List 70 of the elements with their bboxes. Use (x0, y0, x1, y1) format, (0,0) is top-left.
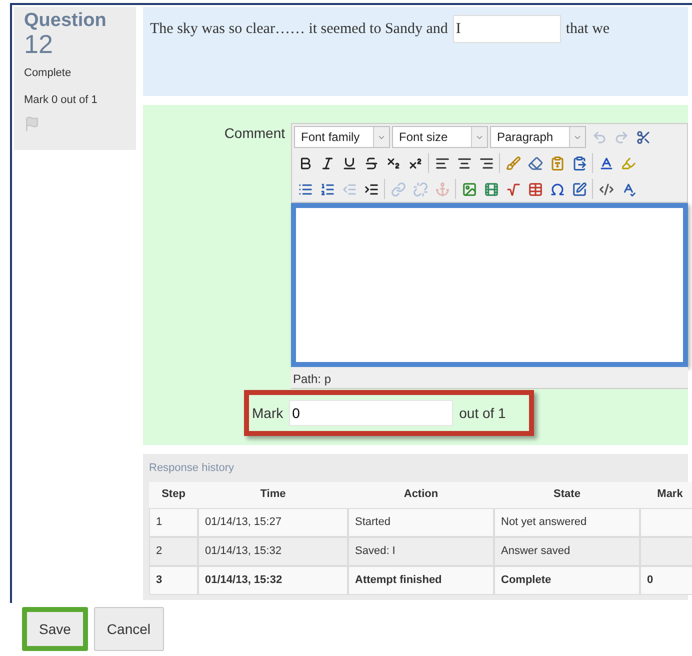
history-title: Response history (149, 461, 235, 476)
question-text: that we (566, 20, 610, 39)
table-cell: 01/14/13, 15:27 (198, 508, 348, 536)
underline-icon (342, 156, 356, 170)
table-cell (640, 508, 692, 536)
column-header: Step (149, 482, 198, 508)
bullet-list-icon (298, 182, 312, 196)
unlink-icon (412, 182, 428, 196)
path-text: Path: p (293, 371, 332, 388)
select-field[interactable]: Font family (294, 126, 390, 148)
mark-text: Mark 0 out of 1 (24, 92, 98, 108)
mark-label: Mark (252, 404, 284, 422)
edit-icon (572, 182, 586, 196)
table-cell: Answer saved (494, 536, 640, 566)
strikethrough-icon (364, 156, 378, 170)
question-number: 12 (24, 31, 53, 57)
table-cell: 1 (149, 508, 198, 536)
column-header: Time (198, 482, 348, 508)
brush-icon (506, 156, 520, 170)
cancel-button[interactable]: Cancel (94, 607, 164, 651)
table-icon (528, 182, 542, 196)
comment-editor[interactable] (291, 203, 688, 367)
table-cell: Attempt finished (348, 566, 494, 594)
highlighter-icon (620, 156, 636, 170)
undo-icon (592, 130, 606, 144)
align-left-icon (434, 156, 450, 170)
table-cell: 01/14/13, 15:32 (198, 566, 348, 594)
table-cell: 2 (149, 536, 198, 566)
question-text: The sky was so clear…… it seemed to Sandy and (150, 20, 448, 39)
table-cell: Not yet answered (494, 508, 640, 536)
superscript-icon (408, 156, 422, 170)
align-center-icon (456, 156, 472, 170)
comment-label: Comment (223, 124, 286, 143)
redo-icon (614, 130, 628, 144)
scissors-icon (636, 130, 650, 144)
italic-icon (320, 156, 334, 170)
clipboard-icon (550, 156, 564, 170)
outdent-icon (342, 182, 356, 196)
answer-field[interactable]: I (452, 15, 561, 43)
select-field[interactable]: Paragraph (490, 126, 586, 148)
question-label: Question (24, 11, 108, 31)
subscript-icon (386, 156, 400, 170)
text-color-icon (598, 156, 614, 170)
table-cell: Complete (494, 566, 640, 594)
omega-icon (550, 182, 564, 196)
save-button[interactable]: Save (22, 607, 88, 651)
status-text: Complete (24, 66, 72, 81)
film-icon (484, 182, 498, 196)
code-icon (598, 182, 614, 196)
table-cell: 3 (149, 566, 198, 594)
out-of-text: out of 1 (459, 404, 506, 422)
align-right-icon (478, 156, 494, 170)
table-cell: 0 (640, 566, 692, 594)
mark-field[interactable]: 0 (289, 400, 454, 426)
table-cell: Saved: I (348, 536, 494, 566)
link-icon (390, 182, 406, 196)
table-cell (640, 536, 692, 566)
numbered-list-icon (320, 182, 334, 196)
eraser-icon (528, 156, 542, 170)
equation-icon (506, 182, 520, 196)
column-header: Mark (640, 482, 692, 508)
column-header: State (494, 482, 640, 508)
clipboard-icon (572, 156, 586, 170)
table-cell: Started (348, 508, 494, 536)
table-cell: 01/14/13, 15:32 (198, 536, 348, 566)
anchor-icon (434, 182, 450, 196)
indent-icon (364, 182, 378, 196)
column-header: Action (348, 482, 494, 508)
image-icon (462, 182, 476, 196)
select-field[interactable]: Font size (392, 126, 488, 148)
